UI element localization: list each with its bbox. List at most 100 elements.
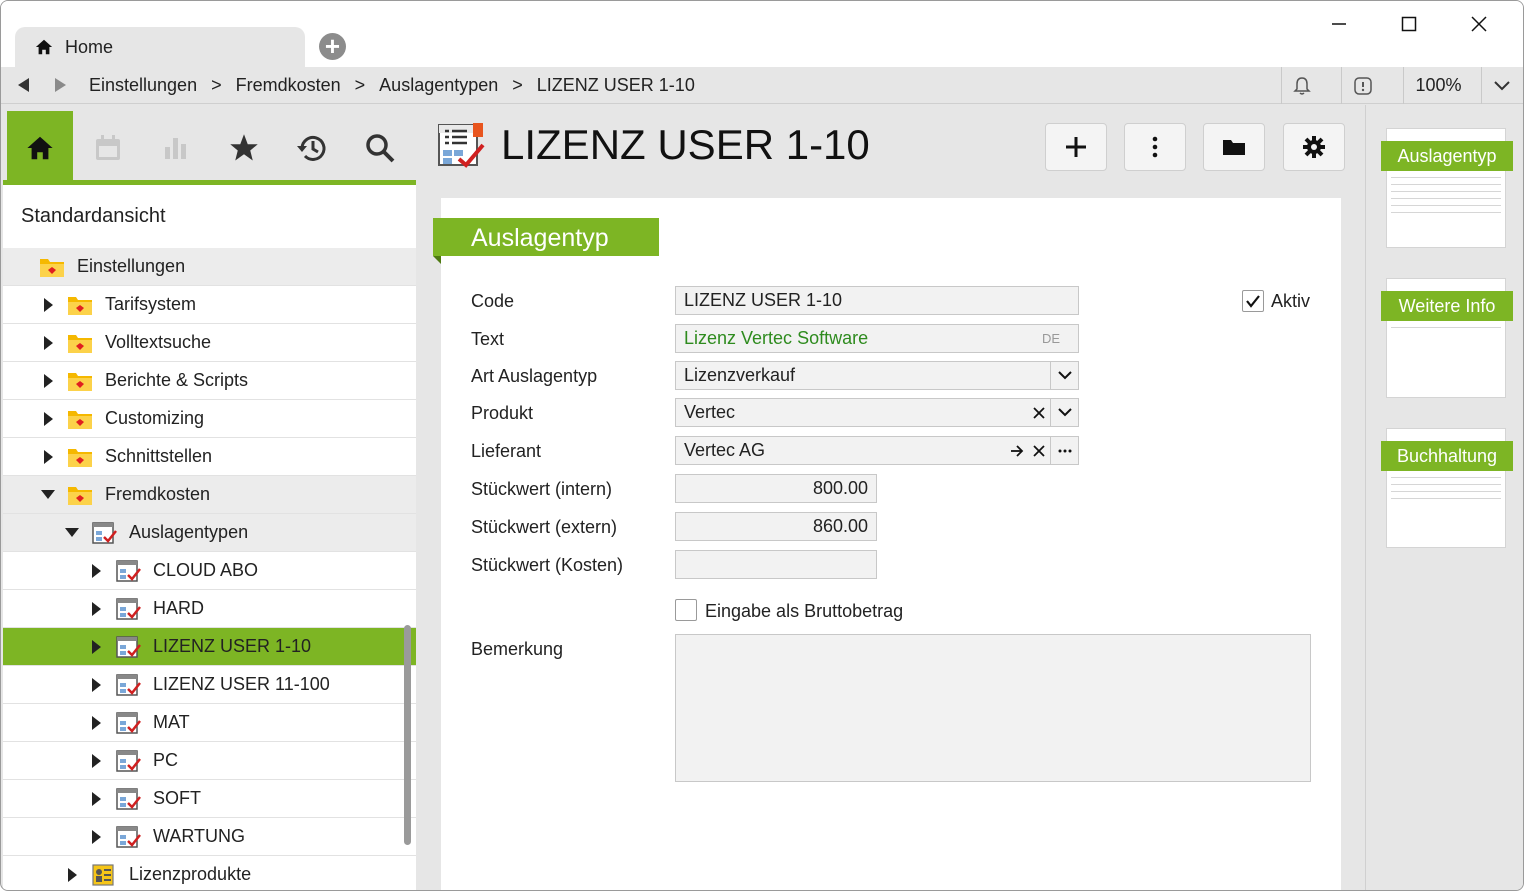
expand-icon[interactable]	[89, 829, 103, 844]
page-title: LIZENZ USER 1-10	[501, 121, 870, 168]
section-header: Auslagentyp	[433, 218, 659, 264]
bell-icon	[1292, 76, 1311, 95]
app-window: Home + Einstellungen > Fremdkosten > Aus…	[0, 0, 1524, 891]
arrow-right-icon	[1011, 444, 1024, 457]
tab-home[interactable]: Home	[15, 27, 305, 67]
tree-item-schnittstellen[interactable]: Schnittstellen	[3, 438, 416, 476]
page-thumbnail-buchhaltung[interactable]: Buchhaltung	[1381, 428, 1513, 548]
tree-item-cloud-abo[interactable]: CLOUD ABO	[3, 552, 416, 590]
back-button[interactable]	[13, 75, 33, 95]
lieferant-open-button[interactable]	[1006, 437, 1028, 464]
expand-icon[interactable]	[41, 373, 55, 388]
page-thumbnail-weitere-info[interactable]: Weitere Info	[1381, 278, 1513, 398]
expand-icon[interactable]	[65, 867, 79, 882]
tree-item-lizenz-user-1-10[interactable]: LIZENZ USER 1-10	[3, 628, 416, 666]
forward-button[interactable]	[51, 75, 71, 95]
brutto-checkbox[interactable]	[675, 599, 697, 621]
expand-icon[interactable]	[89, 563, 103, 578]
sidebar-chart-button[interactable]	[143, 111, 209, 185]
produkt-dropdown-button[interactable]	[1050, 399, 1078, 426]
notifications-button[interactable]	[1281, 67, 1321, 104]
stueckwert-extern-label: Stückwert (extern)	[471, 517, 618, 537]
stueckwert-kosten-field[interactable]	[675, 550, 877, 579]
minimize-button[interactable]	[1319, 9, 1359, 39]
expand-icon[interactable]	[89, 639, 103, 654]
settings-folder-icon	[40, 258, 64, 277]
tree-item-label: Volltextsuche	[105, 332, 212, 352]
expand-icon[interactable]	[41, 449, 55, 464]
collapse-icon[interactable]	[41, 490, 55, 499]
tree-item-mat[interactable]: MAT	[3, 704, 416, 742]
expand-icon[interactable]	[89, 715, 103, 730]
tree-item-soft[interactable]: SOFT	[3, 780, 416, 818]
more-actions-button[interactable]	[1124, 123, 1186, 171]
bemerkung-label: Bemerkung	[471, 639, 564, 659]
lieferant-field[interactable]: Vertec AG	[675, 436, 1079, 465]
stueckwert-intern-field[interactable]: 800.00	[675, 474, 877, 503]
stueckwert-extern-field[interactable]: 860.00	[675, 512, 877, 541]
tree-item-berichte-scripts[interactable]: Berichte & Scripts	[3, 362, 416, 400]
lieferant-browse-button[interactable]	[1050, 437, 1078, 464]
tree-item-einstellungen[interactable]: Einstellungen	[3, 248, 416, 286]
expand-icon[interactable]	[89, 753, 103, 768]
code-label: Code	[471, 291, 515, 311]
expand-icon[interactable]	[41, 335, 55, 350]
text-value: Lizenz Vertec Software	[684, 328, 869, 348]
page-thumbnail-label: Weitere Info	[1381, 291, 1513, 321]
produkt-select[interactable]: Vertec	[675, 398, 1079, 427]
breadcrumb-item[interactable]: Auslagentypen	[379, 75, 498, 96]
tree-item-fremdkosten[interactable]: Fremdkosten	[3, 476, 416, 514]
tree-item-auslagentypen[interactable]: Auslagentypen	[3, 514, 416, 552]
sidebar-search-button[interactable]	[347, 111, 413, 185]
collapse-icon[interactable]	[65, 528, 79, 537]
tree-item-volltextsuche[interactable]: Volltextsuche	[3, 324, 416, 362]
language-tag[interactable]: DE	[1042, 331, 1060, 346]
expand-icon[interactable]	[89, 677, 103, 692]
maximize-button[interactable]	[1389, 9, 1429, 39]
breadcrumb-item[interactable]: Einstellungen	[89, 75, 197, 96]
tree-item-tarifsystem[interactable]: Tarifsystem	[3, 286, 416, 324]
breadcrumb-item[interactable]: Fremdkosten	[236, 75, 341, 96]
breadcrumb-item[interactable]: LIZENZ USER 1-10	[537, 75, 695, 96]
produkt-clear-button[interactable]	[1028, 399, 1050, 426]
text-field[interactable]: Lizenz Vertec Software DE	[675, 324, 1079, 353]
settings-button[interactable]	[1283, 123, 1345, 171]
alerts-button[interactable]	[1341, 67, 1383, 104]
folder-button[interactable]	[1203, 123, 1265, 171]
tree-item-customizing[interactable]: Customizing	[3, 400, 416, 438]
page-navigator: Auslagentyp Weitere Info Buchhaltung	[1365, 105, 1523, 890]
tree-item-lizenzprodukte[interactable]: Lizenzprodukte	[3, 856, 416, 890]
tree-scrollbar[interactable]	[404, 625, 411, 845]
new-tab-button[interactable]: +	[319, 33, 346, 60]
sidebar-home-button[interactable]	[7, 111, 73, 185]
tree-item-pc[interactable]: PC	[3, 742, 416, 780]
expand-icon[interactable]	[41, 297, 55, 312]
expense-type-icon	[116, 559, 141, 582]
lieferant-label: Lieferant	[471, 441, 542, 461]
close-button[interactable]	[1459, 9, 1499, 39]
chevron-down-icon	[1057, 371, 1072, 380]
lieferant-clear-button[interactable]	[1028, 437, 1050, 464]
expense-type-icon	[116, 711, 141, 734]
zoom-level[interactable]: 100%	[1403, 67, 1473, 104]
expand-icon[interactable]	[89, 791, 103, 806]
tree-item-label: LIZENZ USER 11-100	[153, 674, 330, 694]
aktiv-checkbox[interactable]	[1242, 290, 1264, 312]
add-button[interactable]	[1045, 123, 1107, 171]
tree-item-hard[interactable]: HARD	[3, 590, 416, 628]
menu-dropdown-button[interactable]	[1481, 67, 1521, 104]
bemerkung-textarea[interactable]	[675, 634, 1311, 782]
expand-icon[interactable]	[89, 601, 103, 616]
stueckwert-kosten-label: Stückwert (Kosten)	[471, 555, 624, 575]
expense-list-icon	[92, 521, 117, 544]
code-field[interactable]: LIZENZ USER 1-10	[675, 286, 1079, 315]
expand-icon[interactable]	[41, 411, 55, 426]
tree-item-lizenz-user-11-100[interactable]: LIZENZ USER 11-100	[3, 666, 416, 704]
art-dropdown-button[interactable]	[1050, 362, 1078, 389]
page-thumbnail-auslagentyp[interactable]: Auslagentyp	[1381, 128, 1513, 248]
art-select[interactable]: Lizenzverkauf	[675, 361, 1079, 390]
sidebar-calendar-button[interactable]	[75, 111, 141, 185]
sidebar-favorites-button[interactable]	[211, 111, 277, 185]
tree-item-wartung[interactable]: WARTUNG	[3, 818, 416, 856]
sidebar-history-button[interactable]	[279, 111, 345, 185]
